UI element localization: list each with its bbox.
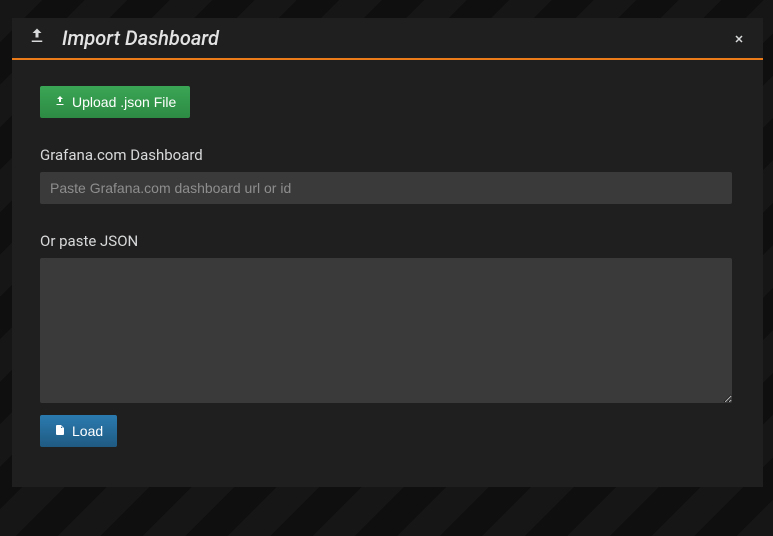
upload-icon	[54, 94, 66, 110]
grafana-url-input[interactable]	[40, 172, 732, 204]
close-button[interactable]	[729, 28, 749, 52]
close-icon	[733, 32, 745, 48]
upload-json-button[interactable]: Upload .json File	[40, 86, 190, 118]
file-icon	[54, 423, 66, 439]
dialog-body: Upload .json File Grafana.com Dashboard …	[12, 60, 763, 487]
import-dashboard-dialog: Import Dashboard Upload .json File Grafa…	[12, 18, 763, 487]
load-button[interactable]: Load	[40, 415, 117, 447]
json-textarea[interactable]	[40, 258, 732, 403]
paste-json-label: Or paste JSON	[40, 232, 735, 250]
grafana-url-label: Grafana.com Dashboard	[40, 146, 735, 164]
dialog-header: Import Dashboard	[12, 18, 763, 60]
upload-button-label: Upload .json File	[72, 94, 176, 110]
upload-icon	[28, 27, 46, 49]
dialog-title: Import Dashboard	[62, 26, 219, 50]
load-button-label: Load	[72, 423, 103, 439]
